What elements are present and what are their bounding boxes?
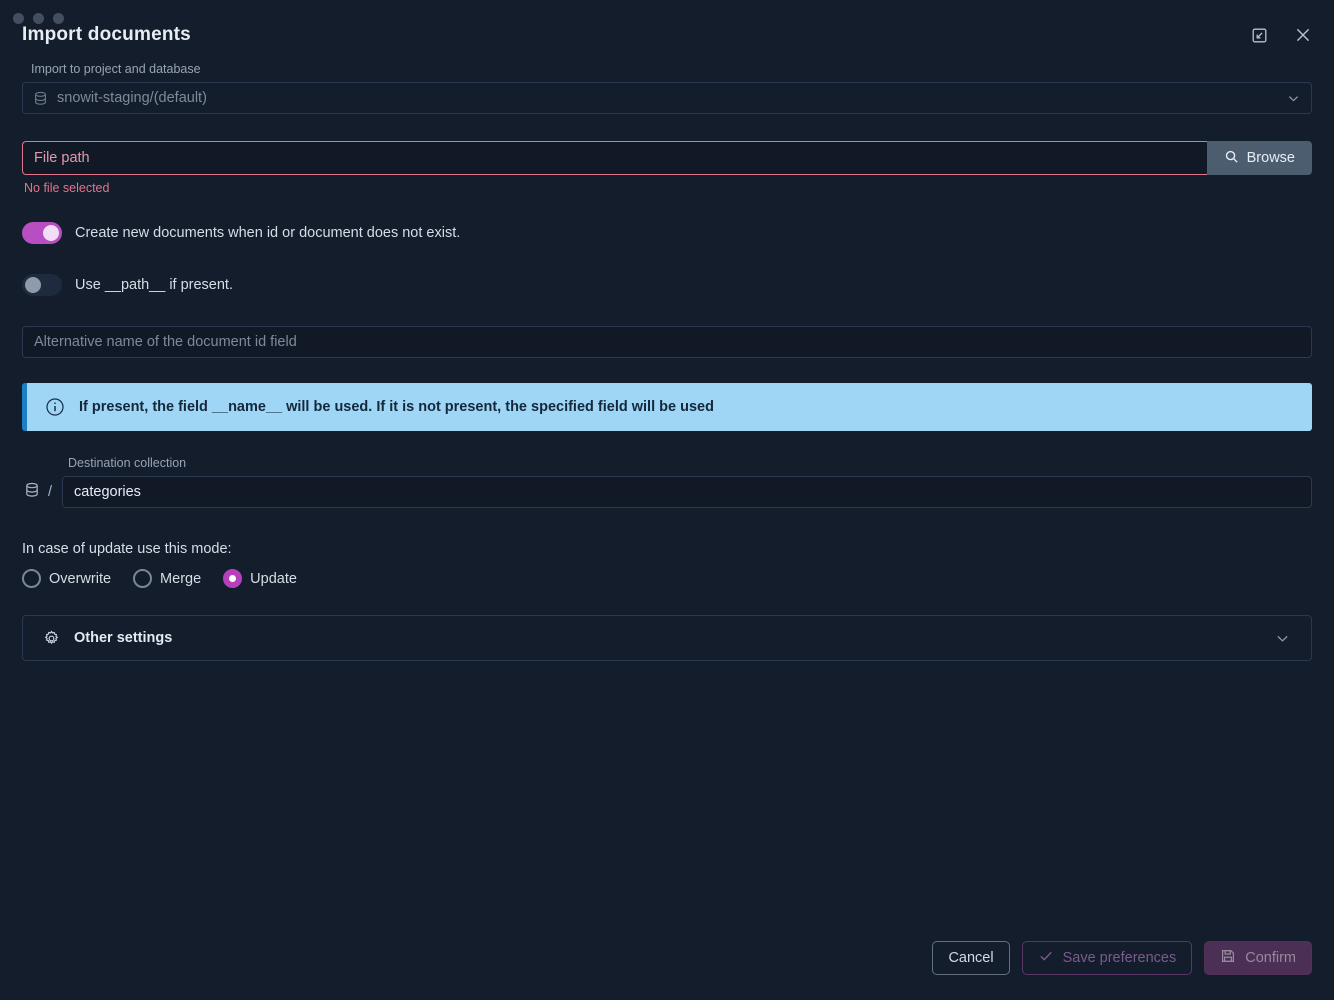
page-title: Import documents	[22, 24, 191, 45]
toggle-create-new-documents-label: Create new documents when id or document…	[75, 225, 461, 241]
file-path-error: No file selected	[24, 181, 110, 195]
import-documents-dialog: Import documents Import to project and d…	[0, 0, 1334, 1000]
project-select-label: Import to project and database	[31, 62, 201, 76]
window-traffic-lights	[13, 13, 64, 24]
destination-prefix: /	[22, 482, 62, 502]
destination-collection-row: /	[22, 476, 1312, 508]
info-banner-message: If present, the field __name__ will be u…	[79, 399, 714, 415]
close-icon[interactable]	[1290, 22, 1316, 48]
project-select-value: snowit-staging/(default)	[57, 90, 207, 106]
info-circle-icon	[45, 397, 65, 417]
traffic-light-minimize[interactable]	[33, 13, 44, 24]
toggle-create-new-documents[interactable]	[22, 222, 62, 244]
alternative-id-field-input[interactable]	[22, 326, 1312, 358]
dialog-footer: Cancel Save preferences Confirm	[0, 932, 1334, 1000]
radio-label-merge: Merge	[160, 570, 202, 587]
other-settings-label: Other settings	[74, 630, 173, 646]
radio-option-merge[interactable]: Merge	[133, 569, 201, 588]
destination-collection-label: Destination collection	[68, 456, 187, 470]
toggle-knob	[25, 277, 41, 293]
confirm-button[interactable]: Confirm	[1204, 941, 1312, 975]
database-icon	[33, 91, 48, 106]
toggle-use-path-label: Use __path__ if present.	[75, 277, 233, 293]
destination-separator: /	[48, 484, 53, 500]
radio-indicator	[133, 569, 153, 588]
file-path-row: Browse	[22, 141, 1312, 175]
file-path-input[interactable]	[22, 141, 1207, 175]
toggle-use-path-row[interactable]: Use __path__ if present.	[22, 274, 1312, 296]
radio-option-overwrite[interactable]: Overwrite	[22, 569, 111, 588]
traffic-light-close[interactable]	[13, 13, 24, 24]
save-preferences-button[interactable]: Save preferences	[1021, 941, 1193, 975]
radio-label-update: Update	[250, 570, 297, 587]
cancel-button-label: Cancel	[948, 950, 994, 966]
chevron-down-icon	[1286, 91, 1301, 106]
radio-label-overwrite: Overwrite	[49, 570, 112, 587]
radio-option-update[interactable]: Update	[223, 569, 297, 588]
title-bar: Import documents	[0, 0, 1334, 62]
dialog-body: Import to project and database snowit-st…	[0, 62, 1334, 932]
save-preferences-label: Save preferences	[1062, 950, 1177, 966]
database-icon	[24, 482, 40, 502]
chevron-down-icon	[1274, 630, 1291, 647]
other-settings-header: Other settings	[43, 630, 1274, 647]
check-icon	[1038, 948, 1054, 968]
project-database-select[interactable]: snowit-staging/(default)	[22, 82, 1312, 114]
radio-indicator	[22, 569, 41, 588]
search-icon	[1224, 149, 1239, 168]
info-banner: If present, the field __name__ will be u…	[22, 383, 1312, 431]
cancel-button[interactable]: Cancel	[932, 941, 1010, 975]
radio-indicator	[223, 569, 243, 588]
traffic-light-maximize[interactable]	[53, 13, 64, 24]
toggle-knob	[43, 225, 59, 241]
update-mode-title: In case of update use this mode:	[22, 541, 232, 557]
save-disk-icon	[1220, 948, 1236, 968]
browse-button[interactable]: Browse	[1206, 141, 1312, 175]
browse-button-label: Browse	[1246, 150, 1295, 166]
toggle-use-path[interactable]	[22, 274, 62, 296]
update-mode-radio-group: Overwrite Merge Update	[22, 569, 1312, 588]
gear-icon	[43, 630, 60, 647]
restore-window-icon[interactable]	[1246, 22, 1272, 48]
destination-collection-group: Destination collection /	[22, 456, 1312, 508]
destination-collection-input[interactable]	[62, 476, 1312, 508]
window-actions	[1246, 22, 1316, 48]
confirm-button-label: Confirm	[1245, 950, 1296, 966]
toggle-create-new-documents-row[interactable]: Create new documents when id or document…	[22, 222, 1312, 244]
other-settings-accordion[interactable]: Other settings	[22, 615, 1312, 661]
